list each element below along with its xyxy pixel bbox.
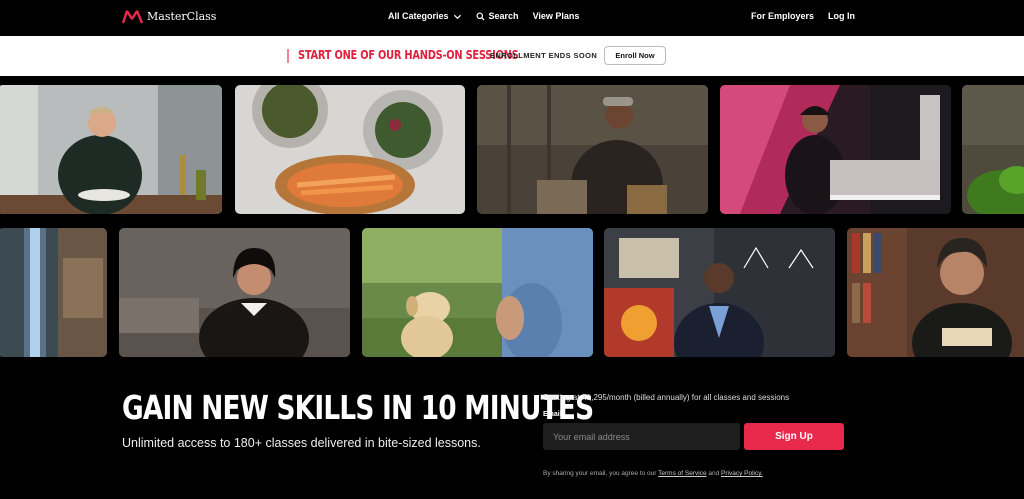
search-label: Search <box>488 11 519 21</box>
science-image <box>604 228 835 357</box>
food-image <box>235 85 465 214</box>
sign-up-button[interactable]: Sign Up <box>744 423 844 450</box>
promo-banner: START ONE OF OUR HANDS-ON SESSIONS ENROL… <box>0 36 1024 76</box>
class-tile-light[interactable] <box>0 228 107 357</box>
banner-subtext: ENROLLMENT ENDS SOON <box>490 51 598 60</box>
chef-image <box>0 85 222 214</box>
view-plans-link[interactable]: View Plans <box>533 11 580 21</box>
enroll-now-button[interactable]: Enroll Now <box>604 46 666 65</box>
banner-accent-mark <box>287 49 295 63</box>
email-label: Email* <box>543 411 565 418</box>
class-tile-business[interactable] <box>119 228 350 357</box>
business-image <box>119 228 350 357</box>
author-image <box>847 228 1024 357</box>
all-categories-label: All Categories <box>388 11 449 21</box>
class-tile-chef[interactable] <box>0 85 222 214</box>
banner-headline: START ONE OF OUR HANDS-ON SESSIONS <box>298 48 519 62</box>
chevron-down-icon <box>453 14 461 19</box>
class-tile-food[interactable] <box>235 85 465 214</box>
top-nav: MasterClass All Categories Search View P… <box>0 0 1024 36</box>
musician-image <box>720 85 951 214</box>
logo[interactable]: MasterClass <box>122 9 216 24</box>
class-tile-actor[interactable] <box>477 85 708 214</box>
logo-text: MasterClass <box>147 10 217 23</box>
dog-training-image <box>362 228 593 357</box>
hero-headline: GAIN NEW SKILLS IN 10 MINUTES <box>122 388 594 427</box>
search-button[interactable]: Search <box>476 11 519 21</box>
terms-of-service-link[interactable]: Terms of Service <box>658 470 706 477</box>
legal-prefix: By sharing your email, you agree to our <box>543 470 657 477</box>
legal-disclaimer: By sharing your email, you agree to our … <box>543 470 763 477</box>
actor-image <box>477 85 708 214</box>
class-tile-author[interactable] <box>847 228 1024 357</box>
legal-and: and <box>708 470 720 477</box>
for-employers-link[interactable]: For Employers <box>751 11 814 21</box>
garden-image <box>962 85 1024 214</box>
privacy-policy-link[interactable]: Privacy Policy. <box>721 470 763 477</box>
class-tile-science[interactable] <box>604 228 835 357</box>
hero-subline: Unlimited access to 180+ classes deliver… <box>122 436 481 450</box>
masterclass-logo-icon <box>122 10 143 24</box>
all-categories-menu[interactable]: All Categories <box>388 11 462 21</box>
log-in-link[interactable]: Log In <box>828 11 855 21</box>
class-tile-dog-training[interactable] <box>362 228 593 357</box>
class-tile-garden[interactable] <box>962 85 1024 214</box>
pricing-text: Starting at ₹1,295/month (billed annuall… <box>543 393 790 402</box>
class-tile-musician[interactable] <box>720 85 951 214</box>
email-field[interactable] <box>543 423 740 450</box>
light-art-image <box>0 228 107 357</box>
search-icon <box>476 11 485 21</box>
view-plans-label: View Plans <box>532 11 580 21</box>
